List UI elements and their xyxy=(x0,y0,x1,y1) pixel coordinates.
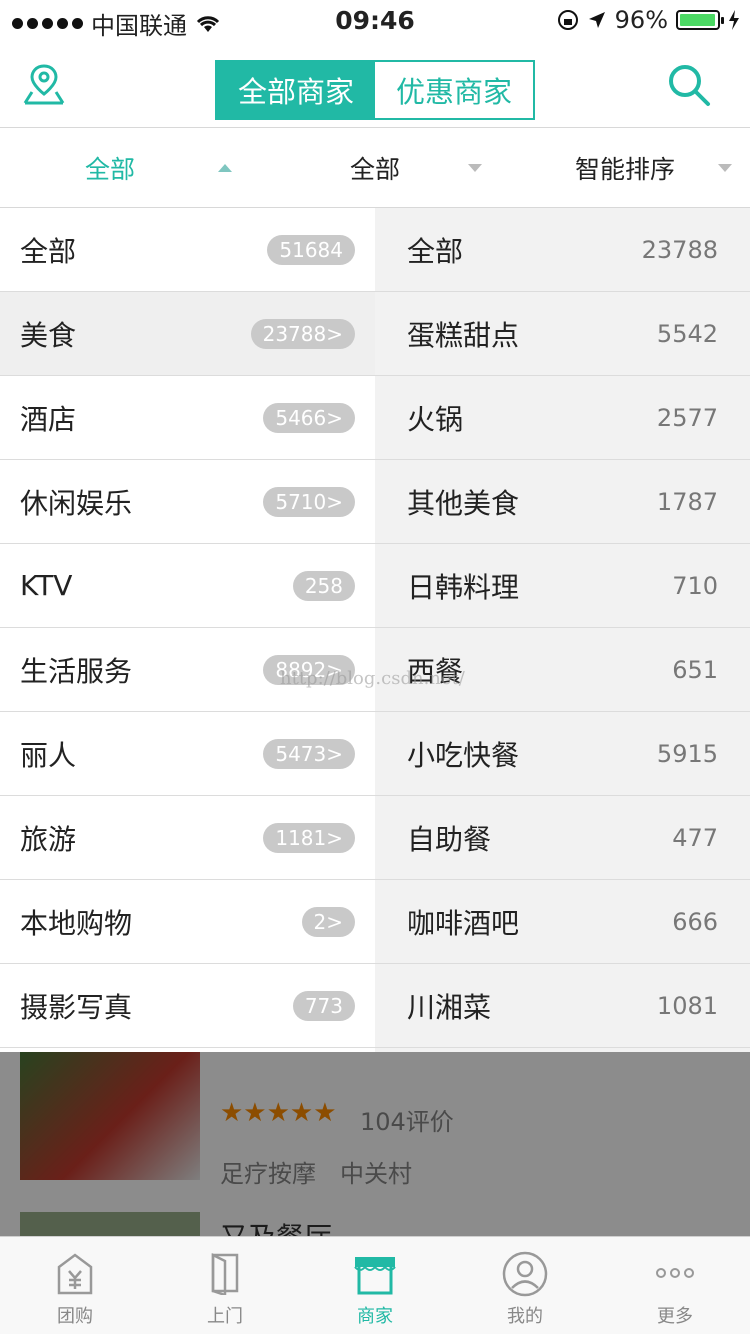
subcategory-list: 全部 23788 蛋糕甜点 5542 火锅 2577 其他美食 1787 日韩料理 710 西餐 65… xyxy=(375,208,750,1052)
category-item[interactable]: 丽人 5473> xyxy=(0,712,375,796)
category-item[interactable]: KTV 258 xyxy=(0,544,375,628)
category-count-badge: 258 xyxy=(292,570,355,601)
category-count-badge: 23788> xyxy=(250,318,355,349)
filter-bar: 全部 全部 智能排序 xyxy=(0,128,750,208)
caret-up-icon xyxy=(218,164,232,172)
subcategory-item[interactable]: 全部 23788 xyxy=(375,208,750,292)
tab-merchants[interactable]: 商家 xyxy=(300,1237,450,1334)
subcategory-item[interactable]: 火锅 2577 xyxy=(375,376,750,460)
category-count-badge: 773 xyxy=(292,990,355,1021)
status-bar: 中国联通 09:46 96% xyxy=(0,0,750,40)
tab-label: 我的 xyxy=(507,1306,543,1327)
subcategory-item[interactable]: 其他美食 1787 xyxy=(375,460,750,544)
category-item[interactable]: 全部 51684 xyxy=(0,208,375,292)
more-icon xyxy=(656,1268,694,1278)
subcategory-name: 火锅 xyxy=(407,402,464,436)
subcategory-item[interactable]: 日韩料理 710 xyxy=(375,544,750,628)
subcategory-count: 1787 xyxy=(656,487,718,516)
subcategory-name: 其他美食 xyxy=(407,486,520,520)
category-name: 本地购物 xyxy=(20,906,133,940)
tab-more[interactable]: 更多 xyxy=(600,1237,750,1334)
filter-sort-label: 智能排序 xyxy=(574,154,675,184)
battery-percent: 96% xyxy=(614,6,668,34)
caret-down-icon xyxy=(718,164,732,172)
category-count-badge: 5710> xyxy=(263,486,355,517)
category-name: 旅游 xyxy=(20,822,77,856)
segment-promo-merchants[interactable]: 优惠商家 xyxy=(375,62,533,118)
rotation-lock-icon xyxy=(557,10,578,30)
battery-icon xyxy=(676,10,724,30)
subcategory-name: 全部 xyxy=(407,234,464,268)
subcategory-count: 477 xyxy=(672,823,718,852)
nav-bar: 全部商家 优惠商家 xyxy=(0,40,750,128)
category-item[interactable]: 本地购物 2> xyxy=(0,880,375,964)
category-count-badge: 5473> xyxy=(263,738,355,769)
category-item[interactable]: 休闲娱乐 5710> xyxy=(0,460,375,544)
charging-icon xyxy=(729,10,739,30)
tab-label: 更多 xyxy=(657,1306,693,1327)
subcategory-count: 651 xyxy=(672,655,718,684)
subcategory-count: 666 xyxy=(672,907,718,936)
category-name: 生活服务 xyxy=(20,654,133,688)
store-icon xyxy=(354,1257,396,1295)
category-count-badge: 1181> xyxy=(263,822,355,853)
watermark: http://blog.csdn.net/ xyxy=(280,668,465,689)
user-icon xyxy=(502,1251,548,1297)
search-icon[interactable] xyxy=(666,62,712,108)
subcategory-name: 日韩料理 xyxy=(407,570,520,604)
subcategory-count: 2577 xyxy=(656,403,718,432)
subcategory-count: 23788 xyxy=(641,235,718,264)
dim-overlay[interactable] xyxy=(0,1052,750,1236)
category-name: KTV xyxy=(20,569,73,602)
category-name: 休闲娱乐 xyxy=(20,486,133,520)
filter-area-label: 全部 xyxy=(349,154,400,184)
status-right: 96% xyxy=(557,6,740,34)
subcategory-name: 蛋糕甜点 xyxy=(407,318,520,352)
category-count-badge: 51684 xyxy=(267,234,355,265)
subcategory-name: 川湘菜 xyxy=(407,990,492,1024)
category-name: 丽人 xyxy=(20,738,77,772)
subcategory-count: 710 xyxy=(672,571,718,600)
subcategory-count: 5915 xyxy=(656,739,718,768)
subcategory-item[interactable]: 小吃快餐 5915 xyxy=(375,712,750,796)
tab-label: 团购 xyxy=(57,1306,93,1327)
category-item[interactable]: 酒店 5466> xyxy=(0,376,375,460)
subcategory-item[interactable]: 咖啡酒吧 666 xyxy=(375,880,750,964)
filter-sort[interactable]: 智能排序 xyxy=(500,128,750,207)
subcategory-name: 小吃快餐 xyxy=(407,738,520,772)
category-item[interactable]: 摄影写真 773 xyxy=(0,964,375,1048)
tab-label: 商家 xyxy=(357,1306,393,1327)
tab-group-buy[interactable]: 团购 xyxy=(0,1237,150,1334)
door-icon xyxy=(211,1252,239,1295)
segment-all-merchants[interactable]: 全部商家 xyxy=(217,62,375,118)
filter-area[interactable]: 全部 xyxy=(250,128,500,207)
subcategory-count: 5542 xyxy=(656,319,718,348)
category-item[interactable]: 旅游 1181> xyxy=(0,796,375,880)
filter-category-label: 全部 xyxy=(84,154,135,184)
category-list: 全部 51684 美食 23788> 酒店 5466> 休闲娱乐 5710> KTV 258 生活服… xyxy=(0,208,375,1052)
category-count-badge: 2> xyxy=(301,906,355,937)
subcategory-name: 自助餐 xyxy=(407,822,492,856)
location-pin-icon[interactable] xyxy=(22,62,66,106)
group-buy-icon xyxy=(57,1253,93,1295)
subcategory-name: 咖啡酒吧 xyxy=(407,906,520,940)
category-name: 摄影写真 xyxy=(20,990,133,1024)
caret-down-icon xyxy=(468,164,482,172)
category-name: 全部 xyxy=(20,234,77,268)
subcategory-count: 1081 xyxy=(656,991,718,1020)
tab-label: 上门 xyxy=(207,1306,243,1327)
category-count-badge: 5466> xyxy=(263,402,355,433)
tab-home-service[interactable]: 上门 xyxy=(150,1237,300,1334)
subcategory-item[interactable]: 蛋糕甜点 5542 xyxy=(375,292,750,376)
subcategory-item[interactable]: 川湘菜 1081 xyxy=(375,964,750,1048)
tab-mine[interactable]: 我的 xyxy=(450,1237,600,1334)
category-item[interactable]: 美食 23788> xyxy=(0,292,375,376)
merchant-segment-control: 全部商家 优惠商家 xyxy=(215,60,535,120)
tab-bar: 团购 上门 商家 我的 更多 xyxy=(0,1236,750,1334)
location-arrow-icon xyxy=(588,12,605,28)
category-name: 酒店 xyxy=(20,402,77,436)
subcategory-item[interactable]: 自助餐 477 xyxy=(375,796,750,880)
category-name: 美食 xyxy=(20,318,77,352)
filter-category[interactable]: 全部 xyxy=(0,128,250,207)
